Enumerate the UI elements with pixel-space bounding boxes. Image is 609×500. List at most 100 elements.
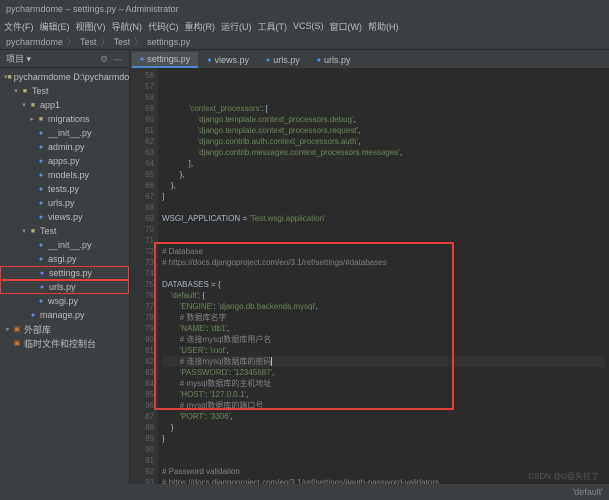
code-line[interactable] <box>162 455 605 466</box>
tree-item[interactable]: ●models.py <box>0 168 129 182</box>
sidebar-title[interactable]: 项目 ▾ <box>6 52 31 65</box>
file-icon: ● <box>37 284 47 291</box>
tree-item[interactable]: ●__init__.py <box>0 238 129 252</box>
menu-item[interactable]: 编辑(E) <box>40 20 70 33</box>
tree-item[interactable]: ●wsgi.py <box>0 294 129 308</box>
expand-icon[interactable]: ▾ <box>20 227 28 235</box>
code-line[interactable]: 'django.contrib.messages.context_process… <box>162 147 605 158</box>
menu-item[interactable]: 视图(V) <box>76 20 106 33</box>
file-icon: ■ <box>20 88 30 95</box>
tree-item[interactable]: ▾■pycharmdome D:\pycharmdome <box>0 70 129 84</box>
code-line[interactable]: 'HOST': '127.0.0.1', <box>162 389 605 400</box>
tree-item[interactable]: ●views.py <box>0 210 129 224</box>
tree-item[interactable]: ▾■Test <box>0 84 129 98</box>
expand-icon[interactable]: ▾ <box>20 101 28 109</box>
tree-item[interactable]: ●__init__.py <box>0 126 129 140</box>
menu-item[interactable]: 帮助(H) <box>368 20 399 33</box>
menu-item[interactable]: VCS(S) <box>293 21 324 31</box>
code-editor[interactable]: 5657585960616263646566676869707172737475… <box>130 68 609 484</box>
tree-item[interactable]: ▾■app1 <box>0 98 129 112</box>
editor-tab[interactable]: ●urls.py <box>258 52 308 68</box>
tree-item[interactable]: ●admin.py <box>0 140 129 154</box>
code-line[interactable]: }, <box>162 169 605 180</box>
code-line[interactable] <box>162 444 605 455</box>
project-tree[interactable]: ▾■pycharmdome D:\pycharmdome▾■Test▾■app1… <box>0 68 129 484</box>
tree-item[interactable]: ●tests.py <box>0 182 129 196</box>
code-line[interactable]: 'PORT': '3306', <box>162 411 605 422</box>
editor-tab[interactable]: ●views.py <box>199 52 257 68</box>
menu-bar[interactable]: 文件(F) 编辑(E) 视图(V) 导航(N) 代码(C) 重构(R) 运行(U) 工具(T)… <box>0 18 609 34</box>
menu-item[interactable]: 导航(N) <box>112 20 143 33</box>
editor-area: ●settings.py●views.py●urls.py●urls.py 56… <box>130 50 609 484</box>
code-line[interactable]: # mysql数据库的主机地址 <box>162 378 605 389</box>
code-line[interactable]: 'PASSWORD': '12345687', <box>162 367 605 378</box>
tree-item[interactable]: ▣临时文件和控制台 <box>0 336 129 350</box>
code-line[interactable] <box>162 224 605 235</box>
tree-item[interactable]: ●urls.py <box>0 196 129 210</box>
code-line[interactable]: 'django.contrib.auth.context_processors.… <box>162 136 605 147</box>
code-line[interactable]: 'default': { <box>162 290 605 301</box>
file-icon: ● <box>36 130 46 137</box>
editor-tab[interactable]: ●urls.py <box>309 52 359 68</box>
editor-tabs[interactable]: ●settings.py●views.py●urls.py●urls.py <box>130 50 609 68</box>
menu-item[interactable]: 运行(U) <box>221 20 252 33</box>
code-line[interactable]: # Database <box>162 246 605 257</box>
code-line[interactable]: 'django.template.context_processors.debu… <box>162 114 605 125</box>
code-line[interactable]: } <box>162 433 605 444</box>
code-line[interactable] <box>162 202 605 213</box>
code-line[interactable]: 'USER': 'root', <box>162 345 605 356</box>
menu-item[interactable]: 窗口(W) <box>330 20 363 33</box>
breadcrumb-item[interactable]: Test <box>114 37 131 47</box>
code-line[interactable]: # mysql数据库的端口号 <box>162 400 605 411</box>
collapse-icon[interactable]: — <box>113 54 123 64</box>
tree-item[interactable]: ●urls.py <box>0 280 129 294</box>
code-line[interactable]: WSGI_APPLICATION = 'Test.wsgi.applicatio… <box>162 213 605 224</box>
code-line[interactable]: # 连接mysql数据库的密码 <box>162 356 605 367</box>
code-line[interactable]: DATABASES = { <box>162 279 605 290</box>
python-icon: ● <box>266 57 270 64</box>
code-line[interactable]: 'context_processors': [ <box>162 103 605 114</box>
code-line[interactable] <box>162 235 605 246</box>
breadcrumb[interactable]: pycharmdome〉Test〉Test〉settings.py <box>0 34 609 50</box>
tree-item[interactable]: ●manage.py <box>0 308 129 322</box>
menu-item[interactable]: 工具(T) <box>258 20 288 33</box>
expand-icon[interactable]: ▾ <box>12 87 20 95</box>
breadcrumb-item[interactable]: settings.py <box>147 37 190 47</box>
tree-item[interactable]: ●apps.py <box>0 154 129 168</box>
breadcrumb-item[interactable]: pycharmdome <box>6 37 63 47</box>
expand-icon[interactable]: ▸ <box>28 115 36 123</box>
tree-item[interactable]: ▸▣外部库 <box>0 322 129 336</box>
file-icon: ● <box>36 256 46 263</box>
expand-icon[interactable]: ▸ <box>4 325 12 333</box>
gear-icon[interactable]: ⚙ <box>100 54 110 64</box>
code-line[interactable]: }, <box>162 180 605 191</box>
code-line[interactable]: 'NAME': 'db1', <box>162 323 605 334</box>
file-icon: ■ <box>28 102 38 109</box>
code-line[interactable]: ] <box>162 191 605 202</box>
menu-item[interactable]: 代码(C) <box>148 20 179 33</box>
tree-item[interactable]: ●settings.py <box>0 266 129 280</box>
code-line[interactable]: # 数据库名字 <box>162 312 605 323</box>
tree-item[interactable]: ●asgi.py <box>0 252 129 266</box>
file-icon: ● <box>36 144 46 151</box>
project-sidebar: 项目 ▾ ⚙ — ▾■pycharmdome D:\pycharmdome▾■T… <box>0 50 130 484</box>
code-content[interactable]: 'context_processors': [ 'django.template… <box>158 68 609 484</box>
code-line[interactable]: 'ENGINE': 'django.db.backends.mysql', <box>162 301 605 312</box>
editor-tab[interactable]: ●settings.py <box>132 52 198 68</box>
python-icon: ● <box>207 57 211 64</box>
code-line[interactable] <box>162 268 605 279</box>
breadcrumb-item[interactable]: Test <box>80 37 97 47</box>
code-line[interactable]: } <box>162 422 605 433</box>
menu-item[interactable]: 重构(R) <box>185 20 216 33</box>
tree-item[interactable]: ▸■migrations <box>0 112 129 126</box>
file-icon: ■ <box>28 228 38 235</box>
code-line[interactable]: ], <box>162 158 605 169</box>
code-line[interactable]: 'django.template.context_processors.requ… <box>162 125 605 136</box>
menu-item[interactable]: 文件(F) <box>4 20 34 33</box>
line-gutter: 5657585960616263646566676869707172737475… <box>130 68 158 484</box>
tree-item[interactable]: ▾■Test <box>0 224 129 238</box>
code-line[interactable]: # 连接mysql数据库用户名 <box>162 334 605 345</box>
sidebar-header[interactable]: 项目 ▾ ⚙ — <box>0 50 129 68</box>
file-icon: ■ <box>8 74 12 81</box>
code-line[interactable]: # https://docs.djangoproject.com/en/3.1/… <box>162 257 605 268</box>
